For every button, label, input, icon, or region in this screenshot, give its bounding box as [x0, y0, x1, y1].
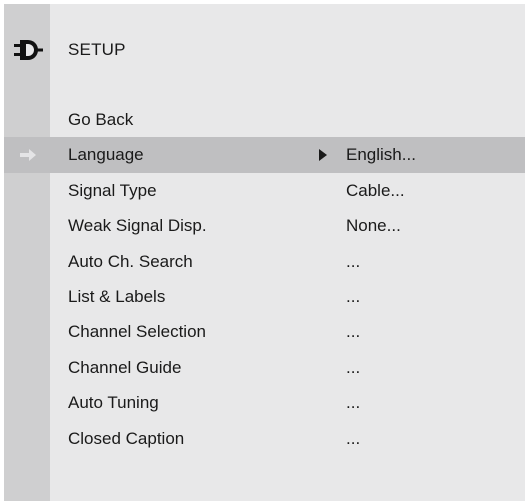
menu-items: Go Back Language English... Signal Type … [4, 102, 525, 456]
menu-item-value: English... [346, 145, 416, 165]
menu-title: SETUP [68, 40, 126, 59]
menu-item-value: Cable... [346, 180, 405, 200]
menu-item-language[interactable]: Language English... [4, 137, 525, 173]
menu-item-closed-caption[interactable]: Closed Caption ... [4, 421, 525, 456]
menu-item-label: Auto Tuning [68, 393, 159, 413]
menu-item-auto-ch-search[interactable]: Auto Ch. Search ... [4, 244, 525, 279]
menu-item-value: ... [346, 393, 361, 413]
setup-plug-icon [14, 38, 44, 62]
menu-item-value: ... [346, 322, 361, 342]
menu-item-label: Signal Type [68, 180, 157, 200]
menu-item-weak-signal-disp[interactable]: Weak Signal Disp. None... [4, 208, 525, 243]
menu-item-list-labels[interactable]: List & Labels ... [4, 279, 525, 314]
menu-item-label: Weak Signal Disp. [68, 216, 207, 236]
selection-arrow-icon [20, 148, 36, 162]
menu-item-signal-type[interactable]: Signal Type Cable... [4, 173, 525, 208]
menu-item-label: Auto Ch. Search [68, 251, 193, 271]
menu-item-label: Go Back [68, 110, 134, 129]
menu-item-label: Channel Guide [68, 357, 182, 377]
menu-item-label: List & Labels [68, 286, 166, 306]
menu-item-value: ... [346, 428, 361, 448]
menu-item-channel-selection[interactable]: Channel Selection ... [4, 314, 525, 349]
menu-item-label: Channel Selection [68, 322, 206, 342]
menu-item-label: Closed Caption [68, 428, 185, 448]
menu-item-go-back[interactable]: Go Back [4, 102, 525, 137]
menu-item-value: ... [346, 286, 361, 306]
menu-item-label: Language [68, 145, 144, 165]
menu-item-value: ... [346, 251, 361, 271]
menu-item-channel-guide[interactable]: Channel Guide ... [4, 350, 525, 385]
menu-item-value: None... [346, 216, 401, 236]
menu-item-value: ... [346, 357, 361, 377]
menu-item-auto-tuning[interactable]: Auto Tuning ... [4, 385, 525, 420]
setup-menu: SETUP Go Back Language English... Signal… [4, 4, 525, 501]
submenu-pointer-icon [319, 149, 327, 162]
